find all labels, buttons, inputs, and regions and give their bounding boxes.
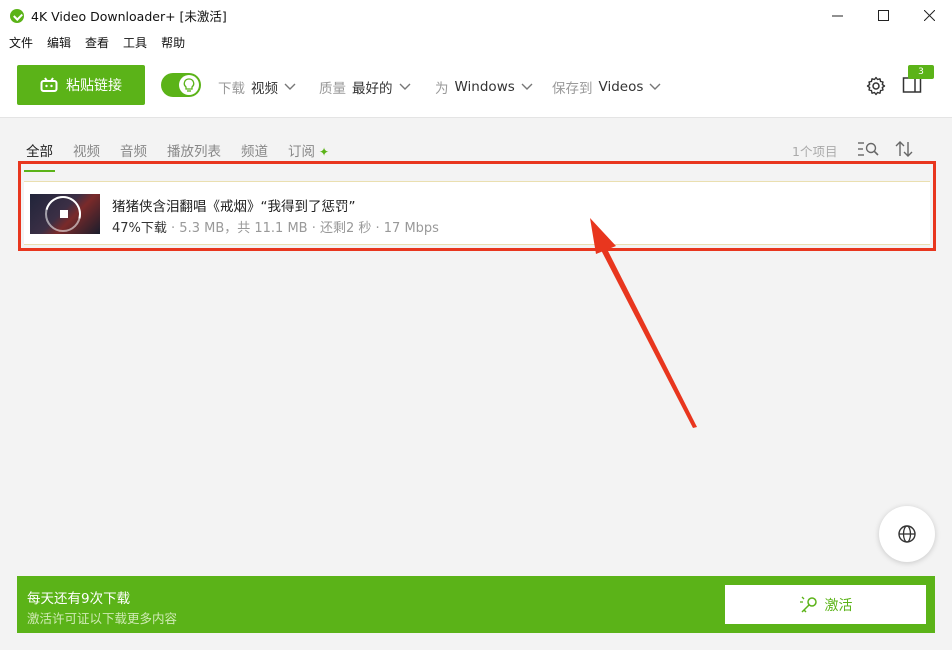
key-icon	[799, 595, 819, 615]
downloads-left-text: 每天还有9次下载	[27, 591, 131, 607]
language-globe-button[interactable]	[879, 506, 935, 562]
activate-hint-text: 激活许可证以下载更多内容	[27, 611, 178, 626]
activate-label: 激活	[824, 597, 853, 614]
activate-button[interactable]: 激活	[725, 585, 926, 624]
globe-icon	[898, 525, 916, 543]
annotation-arrow-icon	[590, 218, 697, 428]
license-banner: 每天还有9次下载 激活许可证以下载更多内容 激活	[17, 576, 935, 633]
